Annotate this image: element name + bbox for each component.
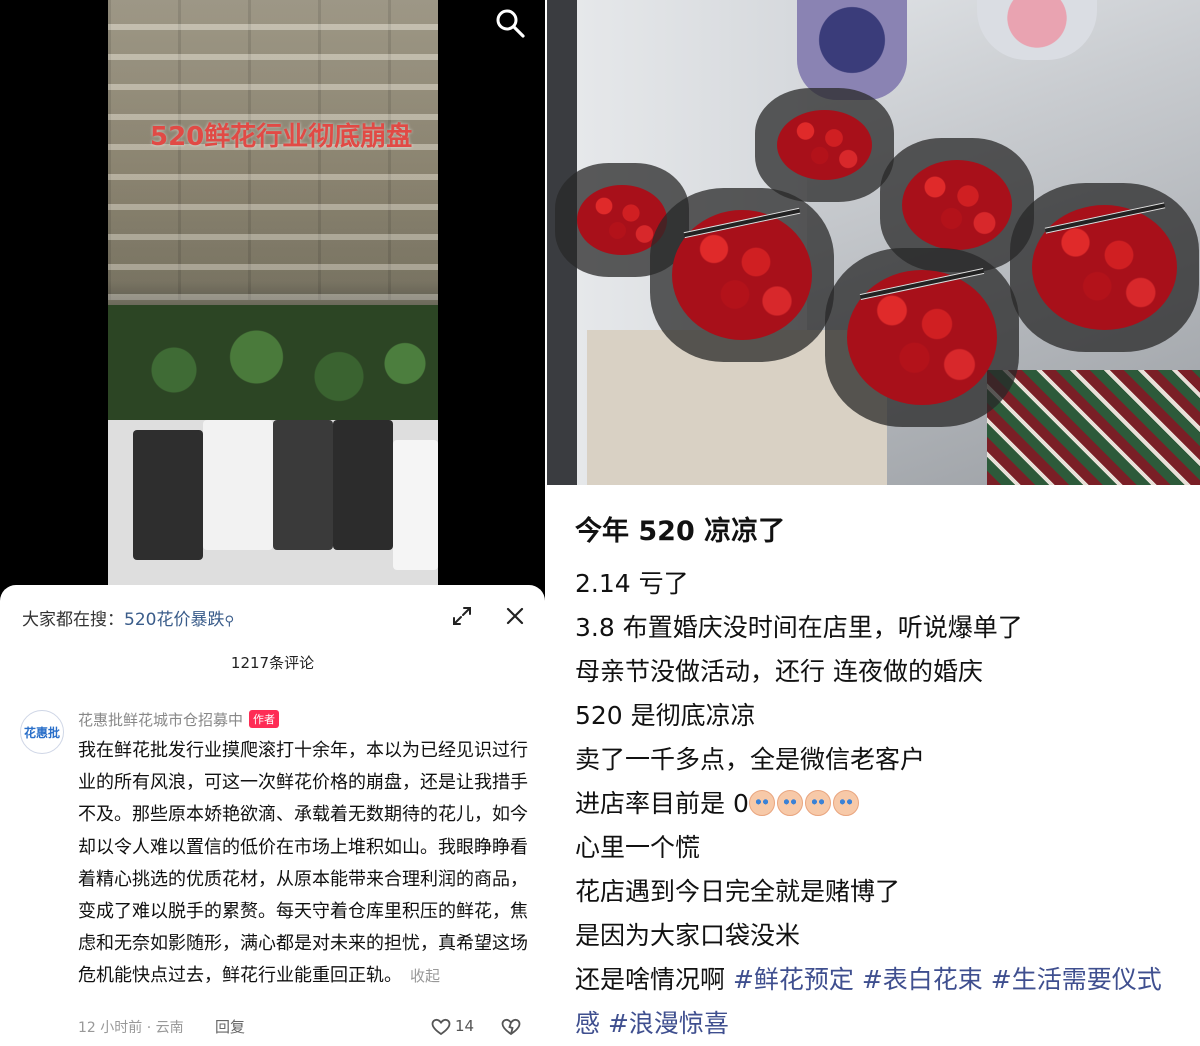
rose-bouquet [880,138,1034,272]
entry-rate-text: 进店率目前是 0 [575,789,749,818]
post-body: 2.14 亏了 3.8 布置婚庆没时间在店里，听说爆单了 母亲节没做活动，还行 … [575,562,1185,1046]
expand-icon[interactable] [451,605,473,627]
comment-time-location: 12 小时前 · 云南 [78,1020,184,1036]
post-line: 2.14 亏了 [575,569,689,598]
crying-emoji-icon [748,790,775,816]
rose-bouquet [755,88,894,202]
dislike-icon[interactable] [501,1018,521,1036]
comment-text-block: 我在鲜花批发行业摸爬滚打十余年，本以为已经见识过行业的所有风浪，可这一次鲜花价格… [78,735,528,993]
hashtag-link[interactable]: #鲜花预定 [733,965,854,994]
photo-pink-bouquet [977,0,1097,60]
post-title: 今年 520 凉凉了 [575,516,786,547]
collapse-link[interactable]: 收起 [410,967,440,985]
comment-count: 1217条评论 [230,654,315,672]
photo-purple-bouquet [797,0,907,100]
rose-bouquet [825,248,1019,427]
post-panel: 今年 520 凉凉了 2.14 亏了 3.8 布置婚庆没时间在店里，听说爆单了 … [547,0,1200,1046]
post-line: 卖了一千多点，全是微信老客户 [575,745,926,774]
crying-emoji-icon [804,790,831,816]
crying-emoji-icon [832,790,859,816]
hashtag-link[interactable]: #浪漫惊喜 [608,1009,729,1038]
post-line-hashtags: 还是啥情况啊 #鲜花预定 #表白花束 #生活需要仪式感 #浪漫惊喜 [575,958,1185,1046]
rose-bouquet [650,188,834,362]
crying-emoji-icon [776,790,803,816]
video-flower-boxes [108,420,438,585]
photo-plaid-cloth [987,370,1200,485]
post-line: 是因为大家口袋没米 [575,921,801,950]
author-badge: 作者 [249,710,280,728]
video-player[interactable]: 520鲜花行业彻底崩盘 [108,0,438,585]
video-caption: 520鲜花行业彻底崩盘 [150,122,413,152]
trending-label: 大家都在搜： [22,610,124,630]
comment-author[interactable]: 花惠批鲜花城市仓招募中 [78,711,243,729]
bouquet-photo[interactable] [547,0,1200,485]
video-greens [108,305,438,435]
last-line-text: 还是啥情况啊 [575,965,733,994]
post-line-entry-rate: 进店率目前是 0 [575,782,1185,826]
reply-button[interactable]: 回复 [215,1016,245,1037]
small-search-icon: ⚲ [224,614,234,629]
comment-text: 我在鲜花批发行业摸爬滚打十余年，本以为已经见识过行业的所有风浪，可这一次鲜花价格… [78,740,528,987]
post-line: 心里一个慌 [575,833,701,862]
comment-sheet: 大家都在搜：520花价暴跌⚲ 1217条评论 花惠批 花惠批鲜花城市仓招募中 作者… [0,585,545,1046]
post-line: 3.8 布置婚庆没时间在店里，听说爆单了 [575,613,1023,642]
heart-icon[interactable] [431,1018,451,1036]
comment-author-line: 花惠批鲜花城市仓招募中 作者 [78,709,280,730]
like-count: 14 [455,1017,475,1035]
video-panel: 520鲜花行业彻底崩盘 大家都在搜：520花价暴跌⚲ 1217条评论 花惠批 花… [0,0,545,1046]
post-line: 520 是彻底凉凉 [575,701,756,730]
trending-query-link[interactable]: 520花价暴跌 [124,610,224,630]
avatar[interactable]: 花惠批 [20,710,64,754]
close-icon[interactable] [504,605,526,627]
trending-search[interactable]: 大家都在搜：520花价暴跌⚲ [22,605,234,630]
post-line: 母亲节没做活动，还行 连夜做的婚庆 [575,657,983,686]
hashtag-link[interactable]: #表白花束 [862,965,983,994]
post-line: 花店遇到今日完全就是赌博了 [575,877,901,906]
rose-bouquet [1010,183,1199,352]
search-icon[interactable] [494,7,526,39]
avatar-logo-text: 花惠批 [23,725,60,740]
